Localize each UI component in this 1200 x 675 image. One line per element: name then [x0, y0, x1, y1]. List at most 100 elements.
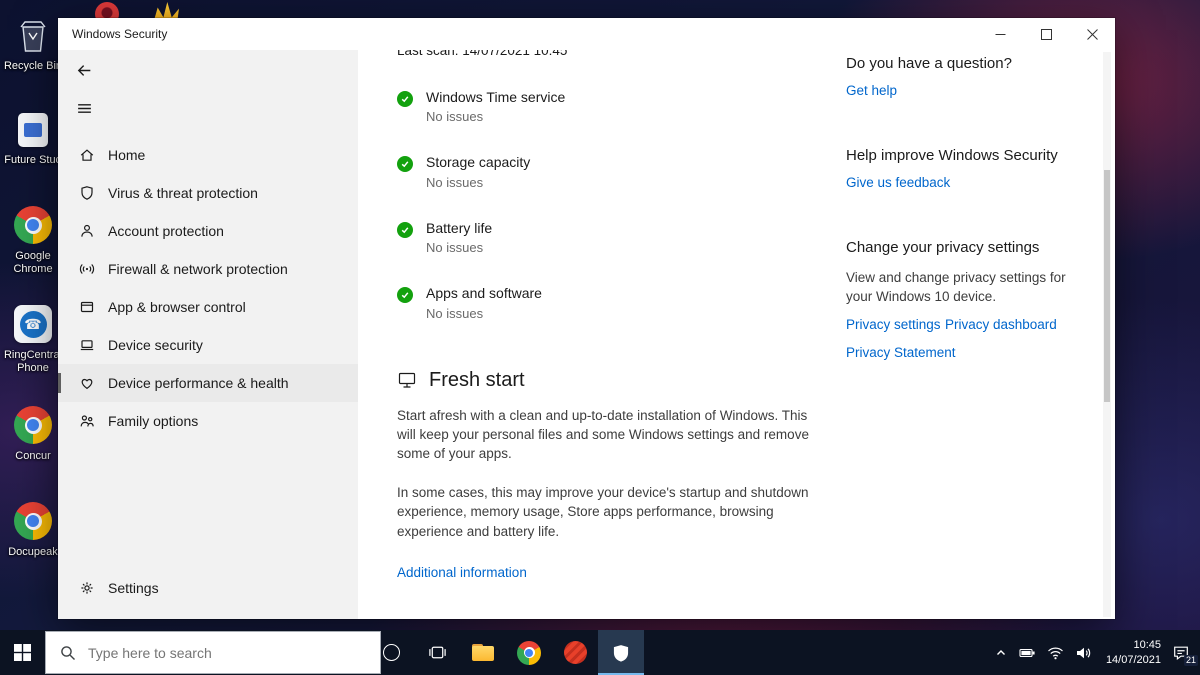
red-app-icon: [563, 641, 587, 664]
start-button[interactable]: [0, 630, 45, 675]
system-tray: 10:45 14/07/2021 21: [994, 630, 1200, 675]
cortana-icon: [382, 644, 400, 661]
privacy-description: View and change privacy settings for you…: [846, 270, 1066, 305]
improve-title: Help improve Windows Security: [846, 147, 1058, 164]
sidebar-item-label: Home: [108, 147, 146, 163]
sidebar-item-account-protection[interactable]: Account protection: [58, 212, 358, 250]
health-item-title: Windows Time service: [426, 88, 566, 105]
laptop-icon: [78, 337, 95, 354]
red-app-button[interactable]: [552, 630, 598, 675]
taskbar-search[interactable]: [45, 631, 381, 674]
battery-icon: [1019, 648, 1035, 657]
family-icon: [78, 413, 95, 430]
home-icon: [78, 147, 95, 164]
desktop-icon-label: Future Stud: [4, 154, 62, 166]
close-icon: [1086, 28, 1098, 40]
scrollbar-thumb[interactable]: [1104, 170, 1110, 402]
desktop-icon-label: RingCentral Phone: [3, 349, 63, 375]
desktop: Recycle Bin Future Stud Google Chrome ☎ …: [0, 0, 1200, 675]
sidebar: Home Virus & threat protection Account p…: [58, 50, 358, 619]
get-help-link[interactable]: Get help: [846, 83, 897, 98]
phone-app-icon: ☎: [1, 303, 65, 345]
desktop-icon-concur[interactable]: Concur: [1, 404, 65, 463]
wireless-signal-icon: [78, 261, 95, 278]
fresh-start-title: Fresh start: [429, 368, 525, 391]
question-title: Do you have a question?: [846, 55, 1012, 72]
titlebar[interactable]: Windows Security: [58, 18, 1115, 50]
app-window-icon: [78, 299, 95, 316]
chrome-shortcut-icon: [1, 500, 65, 542]
health-item-status: No issues: [426, 305, 484, 321]
taskbar-clock[interactable]: 10:45 14/07/2021: [1103, 638, 1161, 668]
sidebar-item-app-browser-control[interactable]: App & browser control: [58, 288, 358, 326]
minimize-button[interactable]: [977, 18, 1023, 50]
task-view-button[interactable]: [414, 630, 460, 675]
privacy-dashboard-link[interactable]: Privacy dashboard: [945, 317, 1057, 332]
fresh-start-section: Fresh start Start afresh with a clean an…: [397, 369, 821, 582]
help-panel: Do you have a question? Get help Help im…: [846, 50, 1084, 362]
shield-icon: [78, 185, 95, 202]
sidebar-item-device-security[interactable]: Device security: [58, 326, 358, 364]
desktop-icon-google-chrome[interactable]: Google Chrome: [1, 204, 65, 276]
health-item-title: Storage capacity: [426, 154, 531, 171]
health-item-title: Battery life: [426, 219, 493, 236]
network-tray-icon[interactable]: [1047, 645, 1064, 661]
main-content: Last scan: 14/07/2021 10:45 Windows Time…: [358, 50, 1115, 619]
security-shield-icon: [613, 644, 629, 662]
sidebar-item-label: Account protection: [108, 223, 224, 239]
volume-tray-icon[interactable]: [1075, 645, 1092, 661]
content-column: Last scan: 14/07/2021 10:45 Windows Time…: [397, 50, 821, 582]
document-icon: [1, 110, 65, 150]
windows-security-window: Windows Security Home Virus & threat pro…: [58, 18, 1115, 619]
fresh-start-paragraph-1: Start afresh with a clean and up-to-date…: [397, 407, 809, 462]
sidebar-item-firewall-network-protection[interactable]: Firewall & network protection: [58, 250, 358, 288]
chrome-icon: [1, 204, 65, 246]
folder-icon: [472, 644, 494, 661]
health-item-status: No issues: [426, 240, 484, 256]
health-item-windows-time-service: Windows Time service No issues: [397, 88, 821, 124]
window-controls: [977, 18, 1115, 50]
sidebar-nav: Home Virus & threat protection Account p…: [58, 136, 358, 440]
additional-information-link[interactable]: Additional information: [397, 565, 527, 580]
back-arrow-icon: [77, 65, 91, 76]
sidebar-item-family-options[interactable]: Family options: [58, 402, 358, 440]
desktop-icon-label: Docupeak: [8, 546, 58, 558]
green-check-icon: [397, 221, 413, 238]
window-scrollbar[interactable]: [1103, 52, 1111, 617]
sidebar-item-label: Firewall & network protection: [108, 261, 288, 277]
action-center-button[interactable]: 21: [1172, 644, 1198, 666]
maximize-button[interactable]: [1023, 18, 1069, 50]
heart-icon: [78, 375, 95, 392]
hamburger-menu-button[interactable]: [72, 96, 97, 121]
privacy-statement-link[interactable]: Privacy Statement: [846, 345, 956, 360]
battery-tray-icon[interactable]: [1019, 645, 1036, 661]
windows-security-taskbar-button[interactable]: [598, 630, 644, 675]
back-button[interactable]: [72, 58, 97, 83]
sidebar-item-label: Virus & threat protection: [108, 185, 258, 201]
privacy-settings-link[interactable]: Privacy settings: [846, 317, 941, 332]
close-button[interactable]: [1069, 18, 1115, 50]
file-explorer-button[interactable]: [460, 630, 506, 675]
desktop-icon-ringcentral-phone[interactable]: ☎ RingCentral Phone: [1, 303, 65, 375]
sidebar-settings-area: Settings: [58, 569, 358, 607]
desktop-icon-future-studio[interactable]: Future Stud: [1, 110, 65, 167]
desktop-icon-recycle-bin[interactable]: Recycle Bin: [1, 16, 65, 73]
chrome-shortcut-icon: [1, 404, 65, 446]
chrome-taskbar-button[interactable]: [506, 630, 552, 675]
health-item-battery-life: Battery life No issues: [397, 219, 821, 256]
sidebar-item-virus-threat-protection[interactable]: Virus & threat protection: [58, 174, 358, 212]
sidebar-item-device-performance-health[interactable]: Device performance & health: [58, 364, 358, 402]
give-feedback-link[interactable]: Give us feedback: [846, 175, 950, 190]
sidebar-item-settings[interactable]: Settings: [58, 569, 358, 607]
desktop-icon-docupeak[interactable]: Docupeak: [1, 500, 65, 559]
windows-logo-icon: [14, 644, 31, 661]
sidebar-item-label: Device security: [108, 337, 203, 353]
task-view-icon: [428, 646, 446, 659]
hidden-icons-button[interactable]: [994, 646, 1008, 660]
green-check-icon: [397, 156, 413, 173]
privacy-title: Change your privacy settings: [846, 239, 1040, 256]
sidebar-item-home[interactable]: Home: [58, 136, 358, 174]
search-input[interactable]: [86, 643, 330, 662]
search-icon: [61, 645, 75, 660]
cortana-button[interactable]: [368, 630, 414, 675]
